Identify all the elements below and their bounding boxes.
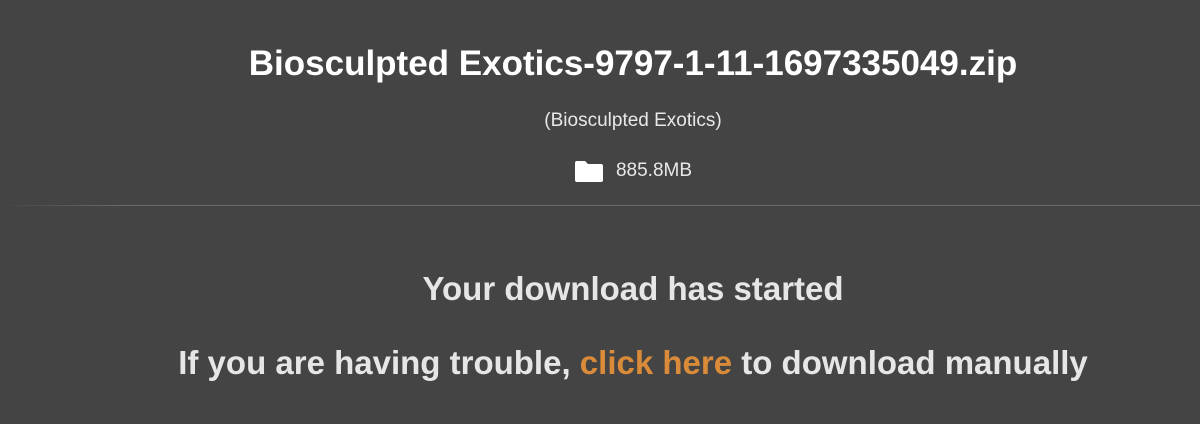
section-divider bbox=[0, 205, 1200, 206]
file-size-value: 885.8MB bbox=[615, 160, 693, 181]
trouble-prefix-text: If you are having trouble, bbox=[178, 344, 580, 381]
download-status-heading: Your download has started bbox=[422, 270, 844, 307]
manual-download-link[interactable]: click here bbox=[580, 344, 732, 381]
file-size-row: 885.8MB bbox=[0, 158, 1200, 184]
folder-icon bbox=[574, 159, 604, 183]
file-category-label: (Biosculpted Exotics) bbox=[544, 110, 722, 131]
trouble-suffix-text: to download manually bbox=[732, 344, 1088, 381]
file-name-title: Biosculpted Exotics-9797-1-11-1697335049… bbox=[248, 44, 1018, 83]
manual-download-message: If you are having trouble, click here to… bbox=[0, 340, 1200, 386]
